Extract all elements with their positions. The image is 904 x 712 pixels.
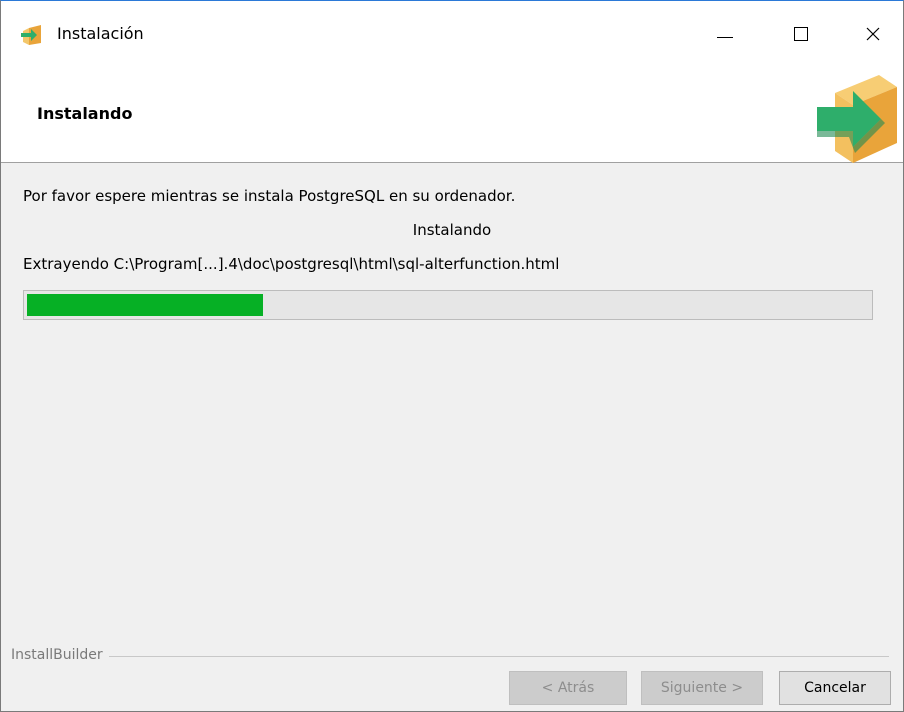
close-icon bbox=[866, 27, 880, 41]
back-button[interactable]: < Atrás bbox=[509, 671, 627, 705]
extract-detail: Extrayendo C:\Program[...].4\doc\postgre… bbox=[23, 255, 560, 273]
wizard-body: Por favor espere mientras se instala Pos… bbox=[1, 163, 903, 649]
wizard-header: Instalando bbox=[1, 67, 903, 163]
brand-label: InstallBuilder bbox=[11, 647, 109, 663]
wait-message: Por favor espere mientras se instala Pos… bbox=[23, 187, 516, 205]
minimize-button[interactable] bbox=[691, 1, 759, 67]
maximize-button[interactable] bbox=[767, 1, 835, 67]
wizard-footer: InstallBuilder < Atrás Siguiente > Cance… bbox=[1, 647, 903, 711]
next-button[interactable]: Siguiente > bbox=[641, 671, 763, 705]
progress-fill bbox=[27, 294, 263, 316]
install-box-arrow-icon bbox=[817, 75, 897, 163]
maximize-icon bbox=[794, 27, 808, 41]
minimize-icon bbox=[717, 36, 733, 38]
footer-divider bbox=[11, 656, 889, 657]
title-bar[interactable]: Instalación bbox=[1, 1, 903, 67]
installer-window: Instalación Instalando Por favor espere … bbox=[0, 0, 904, 712]
cancel-button[interactable]: Cancelar bbox=[779, 671, 891, 705]
page-title: Instalando bbox=[37, 104, 133, 123]
status-label: Instalando bbox=[412, 221, 492, 239]
window-title: Instalación bbox=[57, 24, 144, 43]
install-progress-bar bbox=[23, 290, 873, 320]
installer-app-icon bbox=[21, 25, 41, 45]
close-button[interactable] bbox=[843, 1, 903, 67]
